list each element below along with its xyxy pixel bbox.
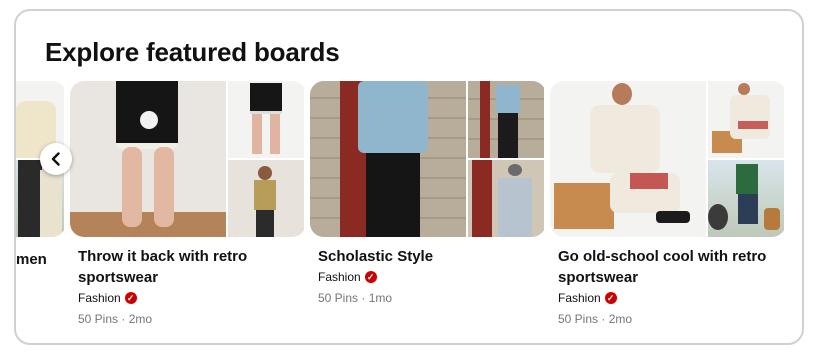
pin-image	[708, 81, 784, 158]
pin-image	[708, 160, 784, 237]
verified-checkmark-icon: ✓	[364, 271, 377, 283]
board-title: men	[16, 251, 47, 268]
featured-boards-section: Explore featured boards men Throw it bac…	[14, 9, 804, 345]
boards-carousel: men Throw it back with retro sportswear …	[16, 81, 802, 343]
board-owner[interactable]: Fashion ✓	[558, 291, 617, 305]
pin-image	[468, 81, 544, 158]
board-meta: 50 Pins · 2mo	[78, 312, 153, 326]
board-title: Go old-school cool with retro sportswear	[558, 248, 767, 286]
owner-name: Fashion	[558, 291, 601, 305]
board-owner[interactable]: Fashion ✓	[318, 270, 377, 284]
board-collage	[310, 81, 546, 237]
pin-image	[228, 81, 304, 158]
board-title: Scholastic Style	[318, 248, 434, 265]
pin-image	[550, 81, 706, 237]
owner-name: Fashion	[78, 291, 121, 305]
board-meta: 50 Pins · 2mo	[558, 312, 633, 326]
carousel-prev-button[interactable]	[40, 143, 72, 175]
pin-image	[468, 160, 544, 237]
pin-image	[70, 81, 226, 237]
board-meta: 50 Pins · 1mo	[318, 291, 393, 305]
pin-image	[228, 160, 304, 237]
board-owner[interactable]: Fashion ✓	[78, 291, 137, 305]
board-collage	[550, 81, 786, 237]
chevron-left-icon	[51, 152, 60, 166]
verified-checkmark-icon: ✓	[604, 292, 617, 304]
section-title: Explore featured boards	[45, 37, 340, 67]
board-title: Throw it back with retro sportswear	[78, 248, 248, 286]
board-collage	[70, 81, 306, 237]
owner-name: Fashion	[318, 270, 361, 284]
verified-checkmark-icon: ✓	[124, 292, 137, 304]
pin-image	[310, 81, 466, 237]
